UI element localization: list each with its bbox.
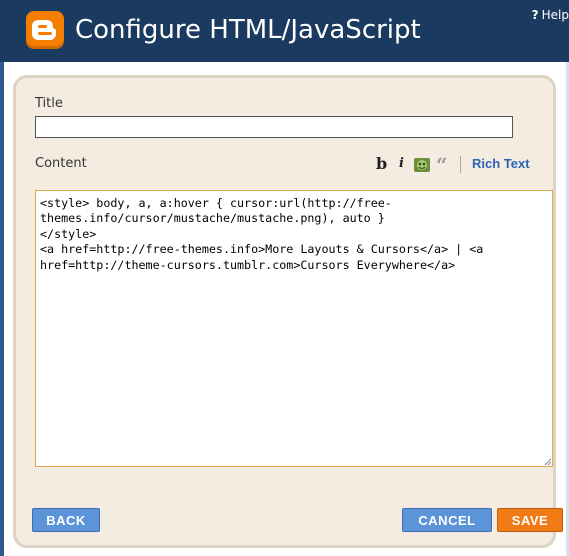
help-label: Help bbox=[541, 8, 569, 22]
back-button[interactable]: BACK bbox=[32, 508, 100, 532]
blogger-logo-icon bbox=[26, 11, 64, 49]
dialog-header: Configure HTML/JavaScript ? Help bbox=[0, 0, 569, 62]
title-input[interactable] bbox=[35, 116, 513, 138]
quote-button[interactable]: “ bbox=[436, 153, 448, 177]
save-button[interactable]: SAVE bbox=[497, 508, 563, 532]
rich-text-link[interactable]: Rich Text bbox=[472, 156, 530, 171]
cancel-button[interactable]: CANCEL bbox=[402, 508, 492, 532]
italic-button[interactable]: i bbox=[399, 156, 404, 171]
content-label: Content bbox=[35, 156, 87, 171]
help-icon: ? bbox=[531, 8, 539, 22]
toolbar-divider bbox=[460, 156, 461, 173]
title-label: Title bbox=[35, 96, 63, 111]
dialog-title: Configure HTML/JavaScript bbox=[75, 15, 421, 45]
bold-button[interactable]: b bbox=[376, 154, 387, 173]
help-link[interactable]: ? Help bbox=[532, 8, 569, 22]
content-textarea[interactable]: <style> body, a, a:hover { cursor:url(ht… bbox=[35, 190, 553, 467]
window-edge-left bbox=[0, 0, 4, 556]
config-panel: Title Content b i “ Rich Text <style> bo… bbox=[13, 75, 563, 548]
image-icon[interactable] bbox=[413, 157, 431, 178]
resize-grip-icon[interactable] bbox=[543, 457, 552, 466]
